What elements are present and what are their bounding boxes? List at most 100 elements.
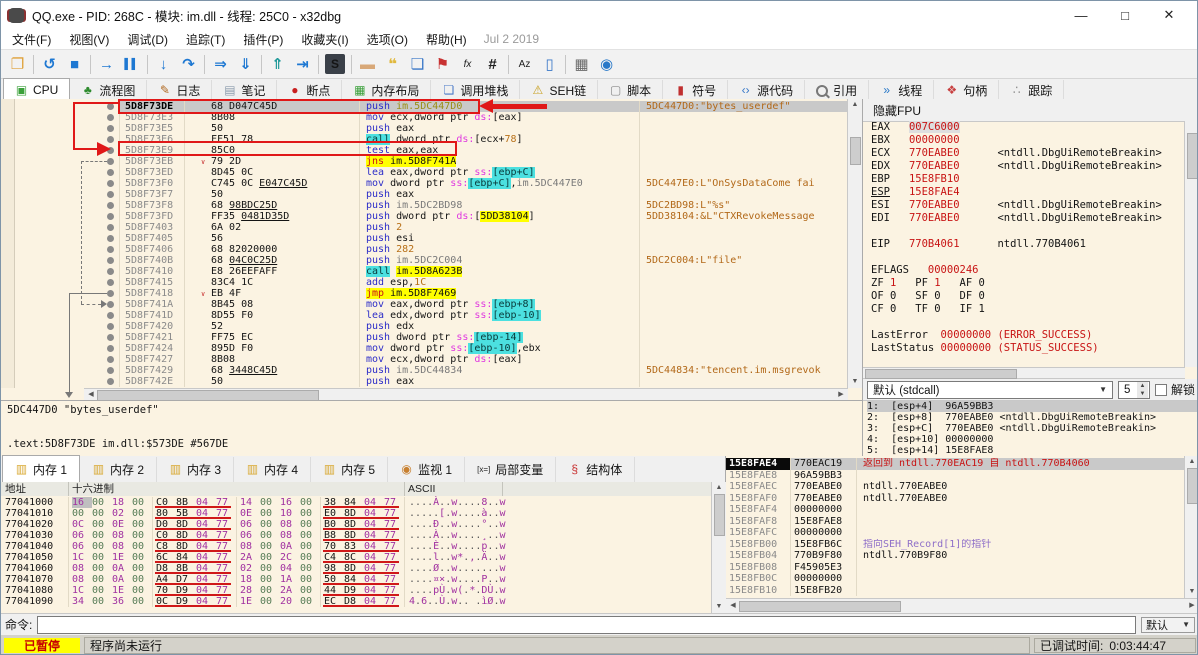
dump-row[interactable]: 77041010 00 00 02 00 80 5B 04 77 0E 00 10 00 E0 8D 04 77… <box>1 508 506 519</box>
stack-row[interactable]: 15E8FAF4 00000000 <box>726 504 1186 516</box>
calling-convention-select[interactable]: 默认 (stdcall) ▼ <box>867 380 1113 399</box>
stop-icon[interactable]: ■ <box>62 53 87 75</box>
dump-row[interactable]: 77041000 16 00 18 00 C0 8B 04 77 14 00 16 00 38 84 04 77… <box>1 497 506 508</box>
tab-locals[interactable]: [x=] 局部变量 <box>465 457 557 482</box>
command-input[interactable] <box>37 615 1136 634</box>
registers-list[interactable]: EAX 007C6000 EBX 00000000 ECX 770EABE0 <nt… <box>863 121 1185 367</box>
tab-struct[interactable]: § 结构体 <box>556 457 636 482</box>
disasm-row[interactable]: 5D8F73F7 50 push eax <box>1 189 848 200</box>
stack-row[interactable]: 15E8FB04 770B9F80 ntdll.770B9F80 <box>726 550 1186 562</box>
step-over-icon[interactable]: ↷ <box>176 53 201 75</box>
register-row[interactable]: EAX 007C6000 <box>871 121 1185 134</box>
tab-call-stack[interactable]: ❏ 调用堆栈 <box>431 80 521 101</box>
breakpoint-gutter[interactable] <box>1 211 119 222</box>
register-row[interactable]: CF 0 TF 0 IF 1 <box>871 303 1185 316</box>
register-row[interactable] <box>871 355 1185 367</box>
argument-row[interactable]: 4: [esp+10] 00000000 <box>867 434 1197 445</box>
breakpoint-gutter[interactable] <box>1 167 119 178</box>
tab-breakpoints[interactable]: ● 断点 <box>277 80 343 101</box>
register-row[interactable] <box>871 316 1185 329</box>
memory-dump-panel[interactable]: ▥ 内存 1 ▥ 内存 2 ▥ 内存 3 ▥ 内存 4 ▥ 内存 5 ◉ 监视 1 [x=] 局部变量 § 结… <box>1 455 726 613</box>
stack-row[interactable]: 15E8FB00 15E8FB6C 指向SEH_Record[1]的指针 <box>726 538 1186 550</box>
spinner-arrows-icon[interactable]: ▲ ▼ <box>1136 381 1148 398</box>
args-count-spinner[interactable]: 5 ▲ ▼ <box>1117 380 1150 399</box>
register-row[interactable]: ZF 1 PF 1 AF 0 <box>871 277 1185 290</box>
tab-graph[interactable]: ♣ 流程图 <box>70 80 148 101</box>
stack-vertical-scrollbar[interactable]: ▲ ▼ <box>1184 456 1197 598</box>
register-row[interactable]: LastError 00000000 (ERROR_SUCCESS) <box>871 329 1185 342</box>
register-row[interactable] <box>871 225 1185 238</box>
disasm-row[interactable]: 5D8F73F8 68 98BDC25D push im.5DC2BD98 5DC2B… <box>1 200 848 211</box>
step-into-swallow-icon[interactable]: ⇓ <box>233 53 258 75</box>
argument-row[interactable]: 3: [esp+C] 770EABE0 <ntdll.DbgUiRemoteBr… <box>867 423 1197 434</box>
disasm-row[interactable]: 5D8F73EB ∨ 79 2D jns im.5D8F741A <box>1 156 848 167</box>
menu-item-options[interactable]: 选项(O) <box>358 30 417 49</box>
breakpoint-gutter[interactable] <box>1 123 119 134</box>
dump-row[interactable]: 77041080 1C 00 1E 00 70 D9 04 77 28 00 2A 00 44 D9 04 77… <box>1 585 506 596</box>
open-file-icon[interactable]: ❐ <box>5 53 30 75</box>
breakpoint-gutter[interactable] <box>1 321 119 332</box>
disasm-vertical-scrollbar[interactable]: ▲ ▼ <box>847 99 862 388</box>
breakpoint-gutter[interactable] <box>1 189 119 200</box>
menu-item-favourites[interactable]: 收藏夹(I) <box>292 30 357 49</box>
animate-into-icon[interactable]: S <box>325 54 345 74</box>
maximize-button[interactable]: □ <box>1103 2 1147 28</box>
disasm-row[interactable]: 5D8F741A 8B45 08 mov eax,dword ptr ss:[ebp… <box>1 299 848 310</box>
breakpoint-gutter[interactable] <box>1 233 119 244</box>
run-to-selection-icon[interactable]: ⇒ <box>208 53 233 75</box>
close-button[interactable]: ✕ <box>1147 2 1191 28</box>
stack-row[interactable]: 15E8FB10 15E8FB20 <box>726 584 1186 596</box>
breakpoint-gutter[interactable] <box>1 343 119 354</box>
tab-source[interactable]: ‹› 源代码 <box>728 80 806 101</box>
tab-seh[interactable]: ⚠ SEH链 <box>520 80 599 101</box>
disasm-row[interactable]: 5D8F7415 83C4 1C add esp,1C <box>1 277 848 288</box>
register-row[interactable]: EIP 770B4061 ntdll.770B4061 <box>871 238 1185 251</box>
breakpoint-gutter[interactable] <box>1 354 119 365</box>
dump-row[interactable]: 77041070 08 00 0A 00 A4 D7 04 77 18 00 1A 00 50 84 04 77… <box>1 574 506 585</box>
disasm-row[interactable]: 5D8F7405 56 push esi <box>1 233 848 244</box>
comments-icon[interactable]: ❝ <box>380 53 405 75</box>
internet-icon[interactable]: ◉ <box>594 53 619 75</box>
tab-watch-1[interactable]: ◉ 监视 1 <box>388 457 466 482</box>
bookmarks-icon[interactable]: ⚑ <box>430 53 455 75</box>
register-row[interactable]: EBP 15E8FB10 <box>871 173 1185 186</box>
registers-vertical-scrollbar[interactable] <box>1184 121 1197 367</box>
step-into-icon[interactable]: ↓ <box>151 53 176 75</box>
tab-handles[interactable]: ❖ 句柄 <box>934 80 1000 101</box>
register-row[interactable]: EDX 770EABE0 <ntdll.DbgUiRemoteBreakin> <box>871 160 1185 173</box>
tab-notes[interactable]: ▤ 笔记 <box>212 80 278 101</box>
register-row[interactable]: OF 0 SF 0 DF 0 <box>871 290 1185 303</box>
stack-row[interactable]: 15E8FAEC 770EABE0 ntdll.770EABE0 <box>726 481 1186 493</box>
calculator-icon[interactable]: ▦ <box>569 53 594 75</box>
patches-icon[interactable]: ▬ <box>355 53 380 75</box>
pause-icon[interactable]: ▌▌ <box>119 53 144 75</box>
stack-row[interactable]: 15E8FAE4 770EAC19 返回到 ntdll.770EAC19 自 ntd… <box>726 458 1186 470</box>
stack-row[interactable]: 15E8FAF8 15E8FAE8 <box>726 515 1186 527</box>
register-row[interactable]: EFLAGS 00000246 <box>871 264 1185 277</box>
disassembly-view[interactable]: 5D8F73DE 68 D047C45D push im.5DC447D0 5DC44… <box>1 99 863 400</box>
disasm-row[interactable]: 5D8F7410 E8 26EEFAFF call im.5D8A623B <box>1 266 848 277</box>
breakpoint-gutter[interactable] <box>1 277 119 288</box>
disasm-row[interactable]: 5D8F742E 50 push eax <box>1 376 848 387</box>
breakpoint-gutter[interactable] <box>1 376 119 387</box>
dump-row[interactable]: 77041090 34 00 36 00 0C D9 04 77 1E 00 20 00 EC D8 04 77… <box>1 596 506 607</box>
disasm-row[interactable]: 5D8F7427 8B08 mov ecx,dword ptr ds:[eax] <box>1 354 848 365</box>
tab-symbols[interactable]: ▮ 符号 <box>663 80 729 101</box>
register-row[interactable] <box>871 251 1185 264</box>
menu-item-view[interactable]: 视图(V) <box>60 30 118 49</box>
disasm-row[interactable]: 5D8F7429 68 3448C45D push im.5DC44834 5DC44… <box>1 365 848 376</box>
argument-row[interactable]: 1: [esp+4] 96A59BB3 <box>867 401 1197 412</box>
modules-icon[interactable]: ▯ <box>537 53 562 75</box>
tab-references[interactable]: 引用 <box>805 80 870 101</box>
command-profile-select[interactable]: 默认 ▼ <box>1141 616 1195 633</box>
tab-threads[interactable]: » 线程 <box>869 80 935 101</box>
menu-item-debug[interactable]: 调试(D) <box>118 30 177 49</box>
step-out-icon[interactable]: ⇑ <box>265 53 290 75</box>
disasm-row[interactable]: 5D8F7424 895D F0 mov dword ptr ss:[ebp-10]… <box>1 343 848 354</box>
menu-item-plugins[interactable]: 插件(P) <box>234 30 292 49</box>
run-to-user-code-icon[interactable]: ⇥ <box>290 53 315 75</box>
hide-fpu-button[interactable]: 隐藏FPU <box>863 99 1197 122</box>
breakpoint-gutter[interactable] <box>1 112 119 123</box>
dump-row[interactable]: 77041060 08 00 0A 00 D8 8B 04 77 02 00 04 00 98 8D 04 77… <box>1 563 506 574</box>
register-row[interactable]: ECX 770EABE0 <ntdll.DbgUiRemoteBreakin> <box>871 147 1185 160</box>
